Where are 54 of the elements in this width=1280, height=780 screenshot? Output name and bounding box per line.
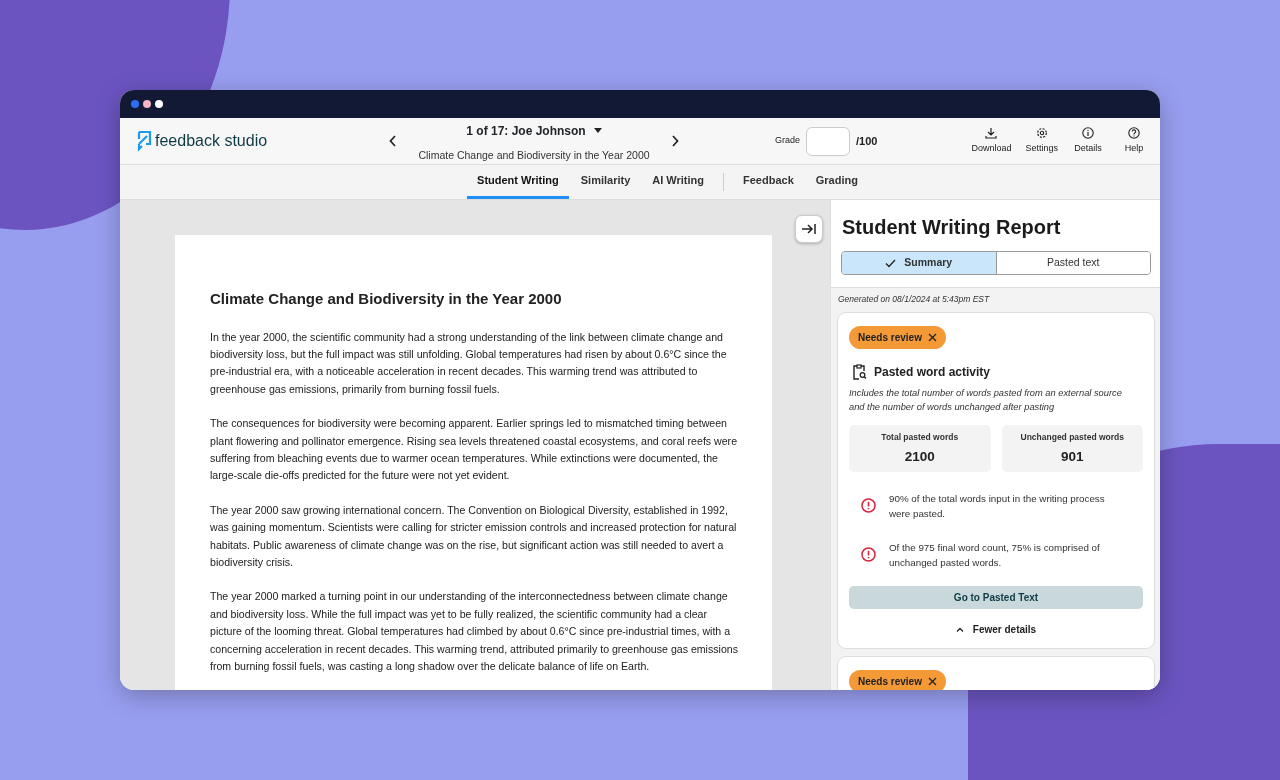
chevron-up-icon (955, 626, 964, 632)
caret-icon (593, 128, 602, 134)
window-control[interactable] (155, 100, 163, 108)
window-control[interactable] (143, 100, 151, 108)
tab[interactable]: Grading (805, 165, 868, 199)
paragraph: The year 2000 marked a turning point in our understanding of the interconnectedness between climate change and biodiversity loss. While the full impact was yet to be fully realized, the scientific community had a clear picture of the looming threat. Global temperatures had climbed by about 0.6°C since pre-industrial times, with a concerning acceleration in recent decades. This warming trend, attributed primarily to greenhouse gas emissions from burning fossil fuels, was casting a long shadow over the delicate balance of life on Earth. (210, 589, 739, 674)
download-icon (985, 126, 998, 139)
stat-value: 901 (1060, 447, 1085, 466)
logo-text: feedback studio (155, 131, 268, 151)
stat-label: Total pasted words (880, 430, 960, 444)
generated-date: Generated on 08/1/2024 at 5:43pm EST (837, 293, 991, 306)
fewer-details-button[interactable]: Fewer details (949, 620, 1043, 638)
assignment-title: Climate Change and Biodiversity in the Year 2000 (417, 148, 651, 164)
document-title: Climate Change and Biodiversity in the Year 2000 (210, 289, 563, 309)
close-icon (927, 332, 937, 342)
tab[interactable]: AI Writing (642, 165, 714, 199)
check-icon (885, 258, 897, 268)
close-icon (927, 676, 937, 686)
collapse-panel-button[interactable] (795, 215, 823, 243)
alert-text: 90% of the total words input in the writing process were pasted. (889, 491, 1106, 521)
go-to-pasted-text-button[interactable]: Go to Pasted Text (849, 585, 1143, 609)
view-toggle[interactable]: Summary (842, 252, 996, 274)
alert-icon (861, 498, 876, 514)
grade-field[interactable] (806, 126, 850, 156)
clipboard-search-icon (852, 363, 867, 380)
chevron-left-icon (389, 135, 397, 147)
paragraph: In the year 2000, the scientific community had a strong understanding of the link between climate change and biodiversity loss, but the full impact was still unfolding. Global temperatures had risen by about 0.6°C since the pre-industrial era, with a noticeable acceleration in recent decades. This warming trend was attributed to greenhouse gas emissions, primarily from burning fossil fuels. (210, 329, 728, 397)
view-toggle[interactable]: Pasted text (995, 252, 1150, 274)
info-icon (1082, 126, 1094, 139)
tab[interactable]: Similarity (570, 165, 641, 199)
download-button[interactable]: Download (971, 126, 1012, 156)
student-selector[interactable]: 1 of 17: Joe Johnson (466, 121, 602, 140)
settings-icon (1035, 126, 1048, 139)
info-button[interactable]: Details (1072, 126, 1104, 156)
arrow-to-line-icon (801, 223, 817, 235)
paragraph: The consequences for biodiversity were becoming apparent. Earlier springs led to mismatched timing between plant flowering and pollinator emergence. Rising sea levels threatened coastal ecosystems, and coral reefs were suffering from bleaching events due to warmer ocean temperatures. While extinctions were documented, the large-scale die-offs predicted for the future were not yet evident. (210, 416, 739, 484)
grade-label: Grade (775, 134, 800, 148)
alert-icon (861, 547, 876, 563)
card-description: Includes the total number of words pasted from an external source and the number of words unchanged after pasting (849, 386, 1123, 414)
stat-value: 2100 (903, 447, 936, 466)
logo-icon (136, 130, 152, 152)
chevron-right-icon (671, 135, 679, 147)
stat-label: Unchanged pasted words (1019, 430, 1125, 444)
report-title: Student Writing Report (842, 215, 1062, 240)
help-icon (1128, 126, 1140, 139)
alert-text: Of the 975 final word count, 75% is comprised of unchanged pasted words. (889, 540, 1101, 570)
help-button[interactable]: Help (1118, 126, 1150, 156)
grade-max: /100 (856, 133, 878, 149)
settings-button[interactable]: Settings (1025, 126, 1058, 156)
status-tag[interactable]: Needs review (849, 669, 946, 690)
paragraph: The year 2000 saw growing international concern. The Convention on Biological Diversity, established in 1992, was gaining momentum. Scientists were calling for stricter emission controls and increased protection for natural habitats. Public awareness of climate change was on the rise, but significant action was still needed to avert a biodiversity crisis. (210, 502, 738, 570)
tab[interactable]: Feedback (733, 165, 804, 199)
card-heading: Pasted word activity (874, 363, 991, 381)
status-tag[interactable]: Needs review (849, 325, 946, 349)
